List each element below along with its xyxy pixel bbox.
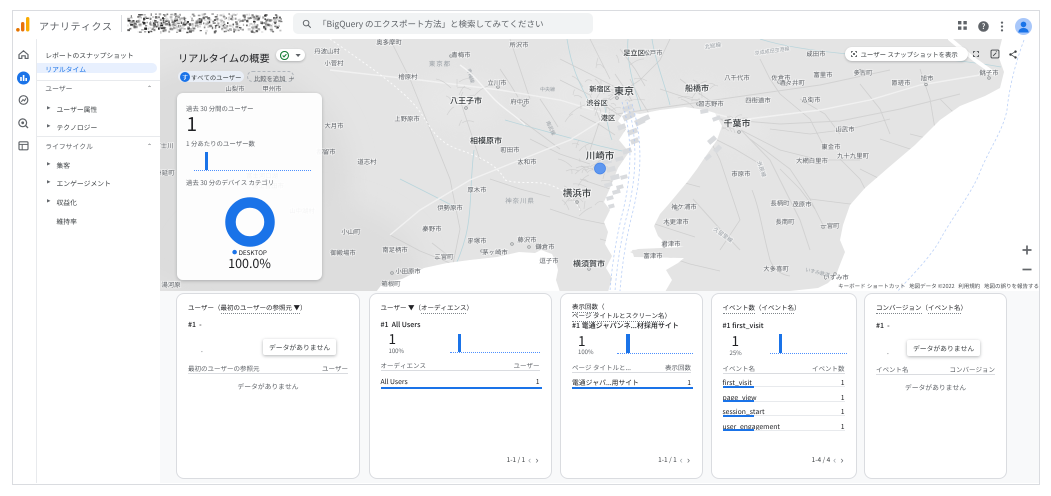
svg-text:一宮町: 一宮町 — [820, 221, 840, 230]
svg-text:酒々井町: 酒々井町 — [779, 78, 805, 87]
svg-text:中央線: 中央線 — [540, 86, 555, 93]
svg-text:小山町: 小山町 — [341, 227, 361, 236]
svg-text:?: ? — [982, 21, 986, 32]
svg-text:二宮町: 二宮町 — [434, 252, 454, 261]
svg-text:四街道市: 四街道市 — [745, 96, 771, 105]
svg-text:大和市: 大和市 — [517, 157, 537, 166]
svg-text:茂原市: 茂原市 — [792, 200, 812, 209]
svg-text:横浜市: 横浜市 — [563, 186, 592, 200]
svg-text:逗子市: 逗子市 — [539, 256, 559, 265]
svg-text:新宿区: 新宿区 — [589, 85, 611, 95]
svg-text:横須賀市: 横須賀市 — [573, 259, 605, 270]
svg-text:道志村: 道志村 — [357, 157, 377, 166]
svg-text:八千代市: 八千代市 — [724, 73, 750, 82]
svg-text:長南町: 長南町 — [775, 217, 795, 226]
svg-text:千葉市: 千葉市 — [723, 117, 750, 130]
svg-text:藤沢市: 藤沢市 — [517, 235, 537, 244]
svg-text:八街市: 八街市 — [801, 95, 821, 104]
svg-text:川崎市: 川崎市 — [586, 148, 615, 162]
svg-text:湯河原: 湯河原 — [161, 280, 181, 289]
svg-text:丹波山村: 丹波山村 — [314, 47, 340, 56]
svg-text:成田市: 成田市 — [806, 49, 826, 58]
svg-text:大月市: 大月市 — [324, 121, 344, 130]
svg-text:小菅村: 小菅村 — [324, 59, 344, 68]
svg-text:箱根町: 箱根町 — [381, 279, 401, 288]
svg-text:富里市: 富里市 — [813, 70, 833, 79]
svg-text:青梅市: 青梅市 — [451, 50, 471, 59]
svg-text:身延町: 身延町 — [160, 168, 175, 177]
svg-text:茅ヶ崎市: 茅ヶ崎市 — [482, 248, 508, 257]
svg-text:市原市: 市原市 — [731, 169, 751, 178]
svg-text:富士川: 富士川 — [160, 141, 174, 150]
svg-text:袖ケ浦市: 袖ケ浦市 — [671, 202, 697, 211]
svg-text:八王子市: 八王子市 — [450, 96, 482, 107]
svg-text:大網白里市: 大網白里市 — [796, 156, 829, 165]
svg-text:山武市: 山武市 — [835, 125, 855, 134]
svg-text:檜原村: 檜原村 — [398, 72, 418, 81]
svg-text:大多喜町: 大多喜町 — [763, 264, 789, 273]
svg-text:相模原市: 相模原市 — [470, 136, 502, 147]
svg-text:御殿場市: 御殿場市 — [330, 248, 356, 257]
svg-text:鎌倉市: 鎌倉市 — [535, 242, 555, 251]
svg-text:船橋市: 船橋市 — [685, 83, 709, 94]
svg-text:東金市: 東金市 — [821, 142, 841, 151]
svg-text:銚子市: 銚子市 — [979, 68, 999, 77]
svg-text:足立区: 足立区 — [623, 49, 645, 59]
svg-text:君津市: 君津市 — [661, 239, 681, 248]
svg-text:長柄町: 長柄町 — [770, 199, 790, 208]
svg-text:山梨市: 山梨市 — [225, 84, 245, 93]
svg-text:す: す — [181, 72, 187, 81]
svg-text:秦野市: 秦野市 — [422, 224, 442, 233]
svg-text:小田原市: 小田原市 — [395, 267, 421, 276]
svg-text:東京: 東京 — [614, 83, 634, 98]
svg-text:奥多摩町: 奥多摩町 — [376, 39, 402, 47]
svg-text:平塚市: 平塚市 — [467, 236, 487, 245]
svg-text:匝瑳市: 匝瑳市 — [891, 78, 911, 87]
svg-text:東京都: 東京都 — [429, 59, 451, 68]
svg-text:松戸市: 松戸市 — [643, 48, 663, 57]
svg-text:上野原市: 上野原市 — [394, 114, 420, 123]
svg-text:所沢市: 所沢市 — [509, 40, 529, 49]
svg-text:木更津市: 木更津市 — [663, 217, 689, 226]
svg-text:府中市: 府中市 — [510, 97, 530, 106]
svg-text:南足柄市: 南足柄市 — [382, 245, 408, 254]
svg-text:習志野市: 習志野市 — [698, 99, 724, 108]
svg-text:甲州市: 甲州市 — [262, 84, 282, 93]
svg-text:旭市: 旭市 — [921, 74, 934, 83]
svg-text:渋谷区: 渋谷区 — [586, 99, 608, 109]
svg-text:九十九里町: 九十九里町 — [837, 151, 870, 160]
svg-text:神奈川県: 神奈川県 — [505, 196, 535, 205]
svg-text:立川市: 立川市 — [487, 78, 507, 87]
svg-text:厚木市: 厚木市 — [467, 185, 487, 194]
svg-text:町田市: 町田市 — [500, 145, 520, 154]
svg-text:伊勢原市: 伊勢原市 — [437, 203, 463, 212]
svg-text:富津市: 富津市 — [643, 251, 663, 260]
svg-text:多古町: 多古町 — [853, 68, 873, 77]
svg-text:港区: 港区 — [601, 114, 615, 124]
